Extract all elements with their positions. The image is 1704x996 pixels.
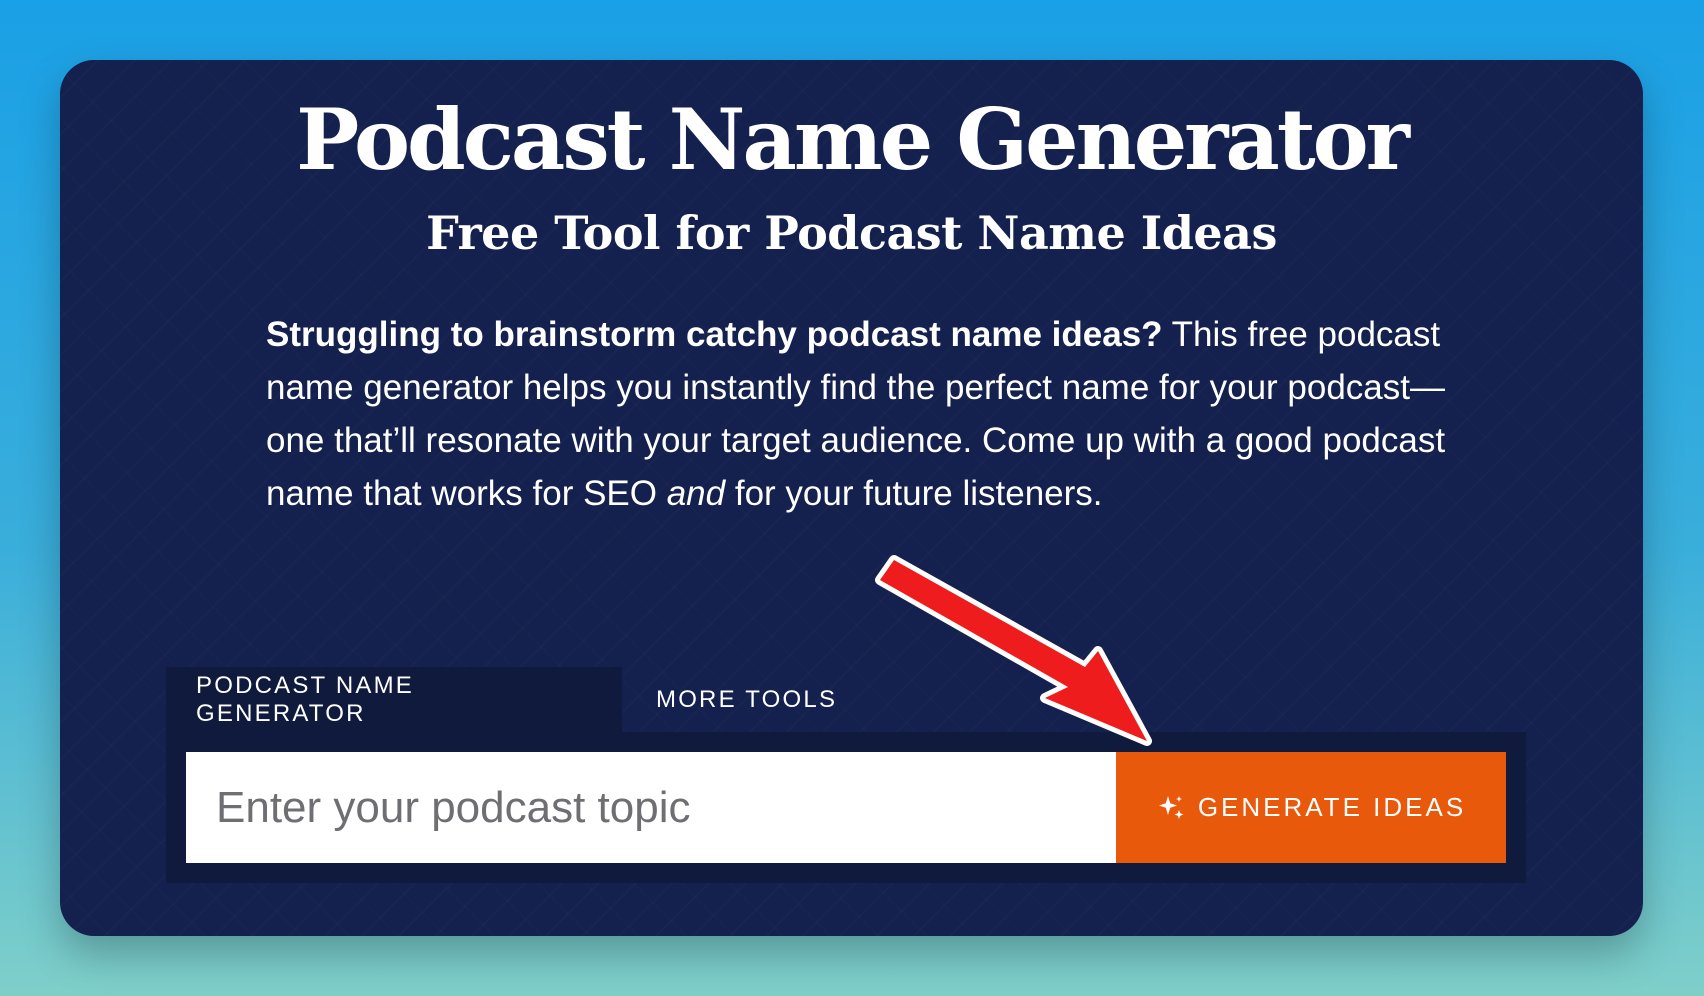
generator-form: GENERATE IDEAS xyxy=(166,732,1526,883)
generator-card: Podcast Name Generator Free Tool for Pod… xyxy=(60,60,1643,936)
generate-ideas-label: GENERATE IDEAS xyxy=(1197,792,1467,822)
tab-label: PODCAST NAME GENERATOR xyxy=(196,671,414,727)
intro-paragraph: Struggling to brainstorm catchy podcast … xyxy=(266,308,1446,520)
tool-tabs: PODCAST NAME GENERATOR MORE TOOLS xyxy=(166,667,867,732)
intro-text-2: for your future listeners. xyxy=(725,474,1103,513)
tab-label: MORE TOOLS xyxy=(656,685,838,713)
intro-bold-lead: Struggling to brainstorm catchy podcast … xyxy=(266,315,1163,354)
intro-italic-word: and xyxy=(666,474,726,513)
podcast-topic-input[interactable] xyxy=(186,752,1116,863)
page-title: Podcast Name Generator xyxy=(296,90,1410,189)
page-subtitle: Free Tool for Podcast Name Ideas xyxy=(426,206,1277,260)
generate-ideas-button[interactable]: GENERATE IDEAS xyxy=(1116,752,1506,863)
sparkle-icon xyxy=(1158,795,1184,819)
tab-more-tools[interactable]: MORE TOOLS xyxy=(622,667,867,732)
tab-podcast-name-generator[interactable]: PODCAST NAME GENERATOR xyxy=(166,667,622,732)
